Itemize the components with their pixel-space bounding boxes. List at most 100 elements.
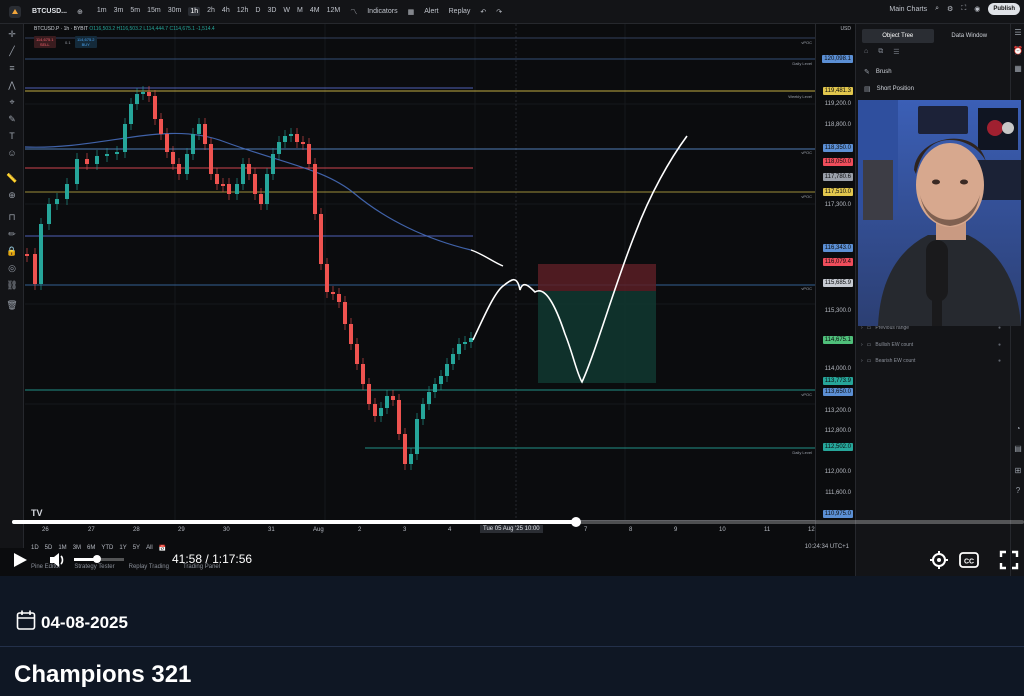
buy-button[interactable]: 114,675.2 BUY bbox=[75, 36, 97, 48]
help-icon[interactable]: ? bbox=[1013, 486, 1023, 496]
news-icon[interactable]: ▤ bbox=[1013, 444, 1023, 454]
drawing-tools: ✛ ╱ ≡ ⋀ ⌖ ✎ T ☺ 📏 ⊕ ⊓ ✏ 🔒 ◎ ⛓ 🗑 bbox=[0, 24, 24, 548]
candle bbox=[283, 136, 287, 142]
trendline-icon[interactable]: ╱ bbox=[6, 45, 18, 57]
timeframe-4M[interactable]: 4M bbox=[310, 7, 320, 16]
range-1D[interactable]: 1D bbox=[31, 545, 39, 551]
timeframe-30m[interactable]: 30m bbox=[168, 7, 182, 16]
volume-icon[interactable] bbox=[48, 551, 68, 574]
chart-canvas[interactable]: vPOC Daily Level Weekly Level vPOC vPOC … bbox=[24, 24, 815, 520]
chat-icon[interactable]: ◔ bbox=[1013, 424, 1023, 434]
symbol-search[interactable]: BTCUSD... bbox=[32, 8, 67, 15]
object-brush[interactable]: ✎ Brush bbox=[864, 68, 892, 76]
object-tree-icon[interactable]: ▦ bbox=[1013, 64, 1023, 74]
timeframe-3D[interactable]: 3D bbox=[267, 7, 276, 16]
watchlist-icon[interactable]: ☰ bbox=[1013, 28, 1023, 38]
candle bbox=[85, 159, 89, 164]
candle bbox=[439, 376, 443, 384]
panel-tab-0[interactable]: Object Tree bbox=[862, 29, 934, 43]
gear-icon[interactable]: ⚙ bbox=[947, 5, 953, 13]
brush-icon[interactable]: ✎ bbox=[6, 113, 18, 125]
timeframe-W[interactable]: W bbox=[283, 7, 290, 16]
undo-icon[interactable]: ↶ bbox=[480, 8, 486, 16]
volume-handle[interactable] bbox=[92, 555, 101, 563]
object-short-position[interactable]: ▤ Short Position bbox=[864, 85, 914, 93]
fullscreen-icon[interactable]: ⛶ bbox=[961, 5, 966, 13]
calendar-icon[interactable]: ⊞ bbox=[1013, 466, 1023, 476]
group-icon[interactable]: ⌂ bbox=[864, 48, 868, 56]
timeframe-15m[interactable]: 15m bbox=[147, 7, 161, 16]
range-3M[interactable]: 3M bbox=[73, 545, 81, 551]
candle bbox=[301, 142, 305, 144]
time-tick: 28 bbox=[133, 527, 140, 533]
crosshair-icon[interactable]: ✛ bbox=[6, 28, 18, 40]
copy-icon[interactable]: ⧉ bbox=[878, 48, 883, 56]
range-5Y[interactable]: 5Y bbox=[133, 545, 140, 551]
bottom-tab[interactable]: Replay Trading bbox=[129, 564, 169, 570]
layers-icon[interactable]: ☰ bbox=[893, 48, 899, 56]
play-icon[interactable] bbox=[8, 550, 30, 575]
fullscreen-button-icon[interactable] bbox=[999, 550, 1019, 575]
pattern-icon[interactable]: ⋀ bbox=[6, 79, 18, 91]
range-6M[interactable]: 6M bbox=[87, 545, 95, 551]
object-row-2[interactable]: › ▭ Bullish EW count ● bbox=[861, 342, 1001, 348]
templates-icon[interactable]: ▦ bbox=[408, 8, 415, 16]
date-range-icon[interactable]: 📅 bbox=[159, 545, 166, 552]
timeframe-3m[interactable]: 3m bbox=[114, 7, 124, 16]
text-icon[interactable]: T bbox=[6, 130, 18, 142]
alerts-icon[interactable]: ⏰ bbox=[1013, 46, 1023, 56]
visibility-icon[interactable]: ● bbox=[998, 358, 1001, 364]
visibility-icon[interactable]: ● bbox=[998, 342, 1001, 348]
timeframe-4h[interactable]: 4h bbox=[222, 7, 230, 16]
add-symbol-icon[interactable]: ⊕ bbox=[77, 8, 83, 16]
timeframe-1h[interactable]: 1h bbox=[188, 7, 201, 16]
camera-icon[interactable]: ◉ bbox=[974, 5, 980, 13]
eye-icon[interactable]: ◎ bbox=[6, 262, 18, 274]
timeframe-5m[interactable]: 5m bbox=[130, 7, 140, 16]
price-scale[interactable]: USD 119,200.0 118,800.0 117,300.0 115,300.0… bbox=[815, 24, 855, 541]
lock-drawing-icon[interactable]: ✏ bbox=[6, 228, 18, 240]
time-tick: 11 bbox=[764, 527, 771, 533]
price-chart[interactable]: vPOC Daily Level Weekly Level vPOC vPOC … bbox=[24, 24, 815, 520]
timeframe-M[interactable]: M bbox=[297, 7, 303, 16]
candle bbox=[75, 159, 79, 184]
zoom-icon[interactable]: ⊕ bbox=[6, 189, 18, 201]
timeframe-12M[interactable]: 12M bbox=[327, 7, 341, 16]
chart-type-icon[interactable]: 〽 bbox=[350, 7, 357, 17]
icons-icon[interactable]: ☺ bbox=[6, 147, 18, 159]
magnet-icon[interactable]: ⊓ bbox=[6, 211, 18, 223]
lock-icon[interactable]: 🔒 bbox=[6, 245, 18, 257]
timeframe-2h[interactable]: 2h bbox=[207, 7, 215, 16]
video-player[interactable]: BTCUSD... ⊕ 1m 3m 5m 15m 30m 1h 2h 4h 12h D 3D W M 4M… bbox=[0, 0, 1024, 576]
range-All[interactable]: All bbox=[146, 545, 153, 551]
layout-button[interactable]: Main Charts bbox=[889, 6, 927, 13]
timeframe-D[interactable]: D bbox=[255, 7, 260, 16]
panel-tab-1[interactable]: Data Window bbox=[934, 29, 1006, 43]
captions-icon[interactable]: CC bbox=[959, 551, 979, 574]
alert-button[interactable]: Alert bbox=[424, 8, 438, 15]
candle bbox=[469, 338, 473, 342]
object-row-3[interactable]: › ▭ Bearish EW count ● bbox=[861, 358, 1001, 364]
search-icon[interactable]: ⌕ bbox=[935, 5, 939, 13]
range-YTD[interactable]: YTD bbox=[101, 545, 113, 551]
daily-level-label-2: Daily Level bbox=[792, 450, 812, 455]
fib-icon[interactable]: ≡ bbox=[6, 62, 18, 74]
bottom-tab[interactable]: Strategy Tester bbox=[74, 564, 114, 570]
progress-handle[interactable] bbox=[570, 517, 581, 527]
publish-button[interactable]: Publish bbox=[988, 3, 1020, 15]
ruler-icon[interactable]: 📏 bbox=[6, 172, 18, 184]
redo-icon[interactable]: ↷ bbox=[496, 8, 502, 16]
range-1Y[interactable]: 1Y bbox=[119, 545, 126, 551]
indicators-button[interactable]: Indicators bbox=[367, 8, 397, 15]
candle bbox=[159, 119, 163, 134]
sell-button[interactable]: 114,675.1 SELL bbox=[34, 36, 56, 48]
candle bbox=[457, 344, 461, 354]
link-icon[interactable]: ⛓ bbox=[6, 279, 18, 291]
replay-button[interactable]: Replay bbox=[449, 8, 471, 15]
symbol-legend: BTCUSD.P · 1h · BYBIT O116,503.2 H116,50… bbox=[34, 26, 215, 32]
trash-icon[interactable]: 🗑 bbox=[6, 299, 18, 311]
timeframe-12h[interactable]: 12h bbox=[237, 7, 249, 16]
prediction-icon[interactable]: ⌖ bbox=[6, 96, 18, 108]
settings-icon[interactable] bbox=[929, 550, 949, 575]
timeframe-1m[interactable]: 1m bbox=[97, 7, 107, 16]
